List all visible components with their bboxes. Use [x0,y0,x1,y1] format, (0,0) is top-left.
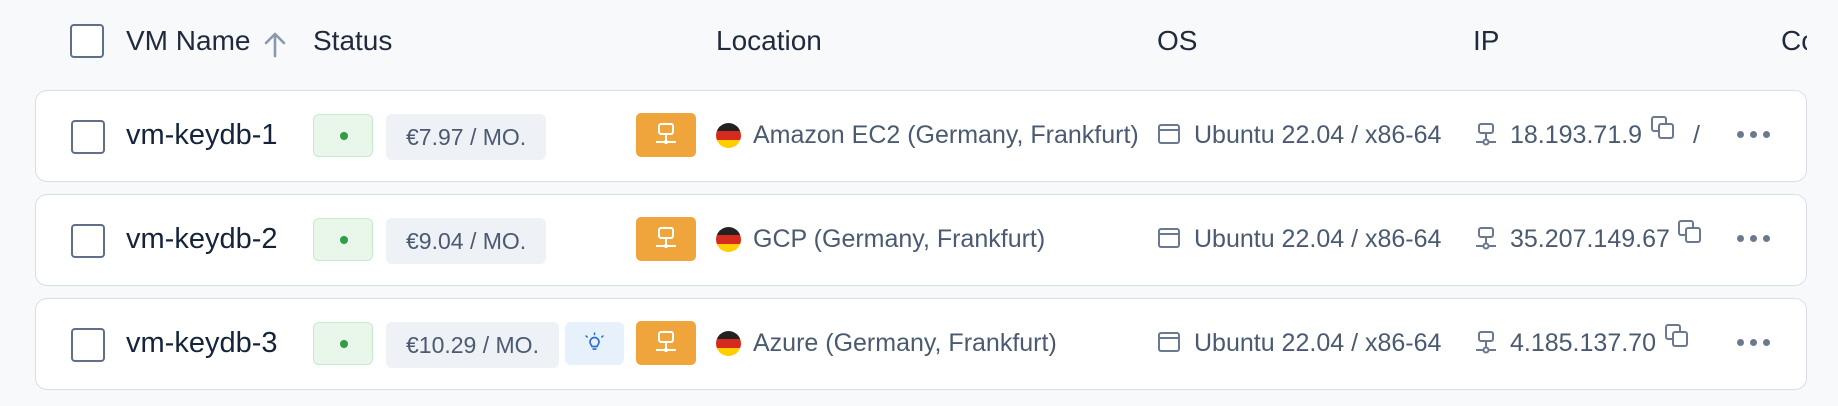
more-horizontal-icon[interactable] [1737,235,1771,243]
window-icon [1158,228,1180,248]
more-horizontal-icon[interactable] [1737,131,1771,139]
separator-text: / [1693,121,1700,149]
select-all-checkbox[interactable] [70,24,104,58]
os-text: Ubuntu 22.04 / x86-64 [1194,121,1442,149]
location-text: GCP (Germany, Frankfurt) [753,225,1046,253]
row-checkbox[interactable] [71,328,105,362]
window-icon [1158,332,1180,352]
germany-flag-icon [716,123,741,148]
status-badge [313,322,373,365]
network-icon [1476,123,1496,146]
vm-name[interactable]: vm-keydb-1 [126,119,278,152]
more-horizontal-icon[interactable] [1737,339,1771,347]
table-row[interactable]: vm-keydb-3 €10.29 / MO. Azure (Germany, … [35,298,1807,390]
ip-text: 35.207.149.67 [1510,225,1670,253]
col-os[interactable]: OS [1157,25,1197,57]
copy-icon[interactable] [1650,115,1676,141]
status-badge [313,114,373,157]
vm-name[interactable]: vm-keydb-2 [126,223,278,256]
os-text: Ubuntu 22.04 / x86-64 [1194,329,1442,357]
price-badge: €7.97 / MO. [386,114,547,160]
ip-text: 18.193.71.9 [1510,121,1643,149]
germany-flag-icon [716,227,741,252]
status-dot [340,340,348,348]
col-ip[interactable]: IP [1473,25,1499,57]
vm-name[interactable]: vm-keydb-3 [126,327,278,360]
ip-text: 4.185.137.70 [1510,329,1656,357]
row-checkbox[interactable] [71,224,105,258]
table-row[interactable]: vm-keydb-2 €9.04 / MO. GCP (Germany, Fra… [35,194,1807,286]
location-text: Amazon EC2 (Germany, Frankfurt) [753,121,1139,149]
os-text: Ubuntu 22.04 / x86-64 [1194,225,1442,253]
lightbulb-icon[interactable] [565,322,624,365]
server-icon[interactable] [636,217,696,261]
col-status[interactable]: Status [313,25,392,57]
germany-flag-icon [716,331,741,356]
status-dot [340,132,348,140]
status-dot [340,236,348,244]
status-badge [313,218,373,261]
server-icon[interactable] [636,113,696,157]
network-icon [1476,227,1496,250]
location-text: Azure (Germany, Frankfurt) [753,329,1057,357]
window-icon [1158,124,1180,144]
sort-asc-icon[interactable] [262,30,288,58]
col-location[interactable]: Location [716,25,822,57]
copy-icon[interactable] [1664,323,1690,349]
table-header: VM Name Status Location OS IP Co [0,0,1838,84]
copy-icon[interactable] [1677,219,1703,245]
table-row[interactable]: vm-keydb-1 €7.97 / MO. Amazon EC2 (Germa… [35,90,1807,182]
col-vm-name[interactable]: VM Name [126,25,250,57]
server-icon[interactable] [636,321,696,365]
price-badge: €9.04 / MO. [386,218,547,264]
row-checkbox[interactable] [71,120,105,154]
network-icon [1476,331,1496,354]
price-badge: €10.29 / MO. [386,322,559,368]
col-cost[interactable]: Co [1781,25,1807,57]
